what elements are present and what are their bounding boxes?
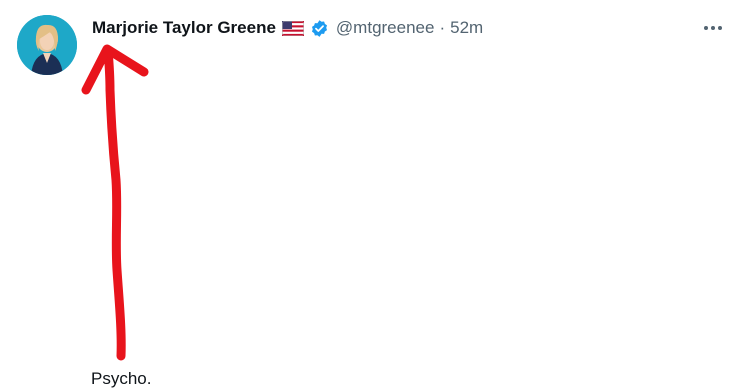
separator-dot: · <box>439 18 446 37</box>
user-handle[interactable]: @mtgreenee <box>336 18 435 38</box>
more-options-button[interactable] <box>699 15 727 41</box>
display-name[interactable]: Marjorie Taylor Greene <box>92 18 276 38</box>
timestamp[interactable]: 52m <box>450 18 483 38</box>
more-options-icon <box>704 26 722 30</box>
red-arrow-annotation <box>81 44 149 361</box>
tweet-header: Marjorie Taylor Greene @mtgreenee · 52m <box>92 15 483 41</box>
avatar[interactable] <box>17 15 77 75</box>
us-flag-icon <box>281 20 304 36</box>
tweet-text: Psycho. <box>91 369 152 388</box>
verified-badge-icon[interactable] <box>310 19 329 38</box>
avatar-photo <box>17 15 77 75</box>
tweet-card: Marjorie Taylor Greene @mtgreenee · 52m <box>0 0 741 392</box>
